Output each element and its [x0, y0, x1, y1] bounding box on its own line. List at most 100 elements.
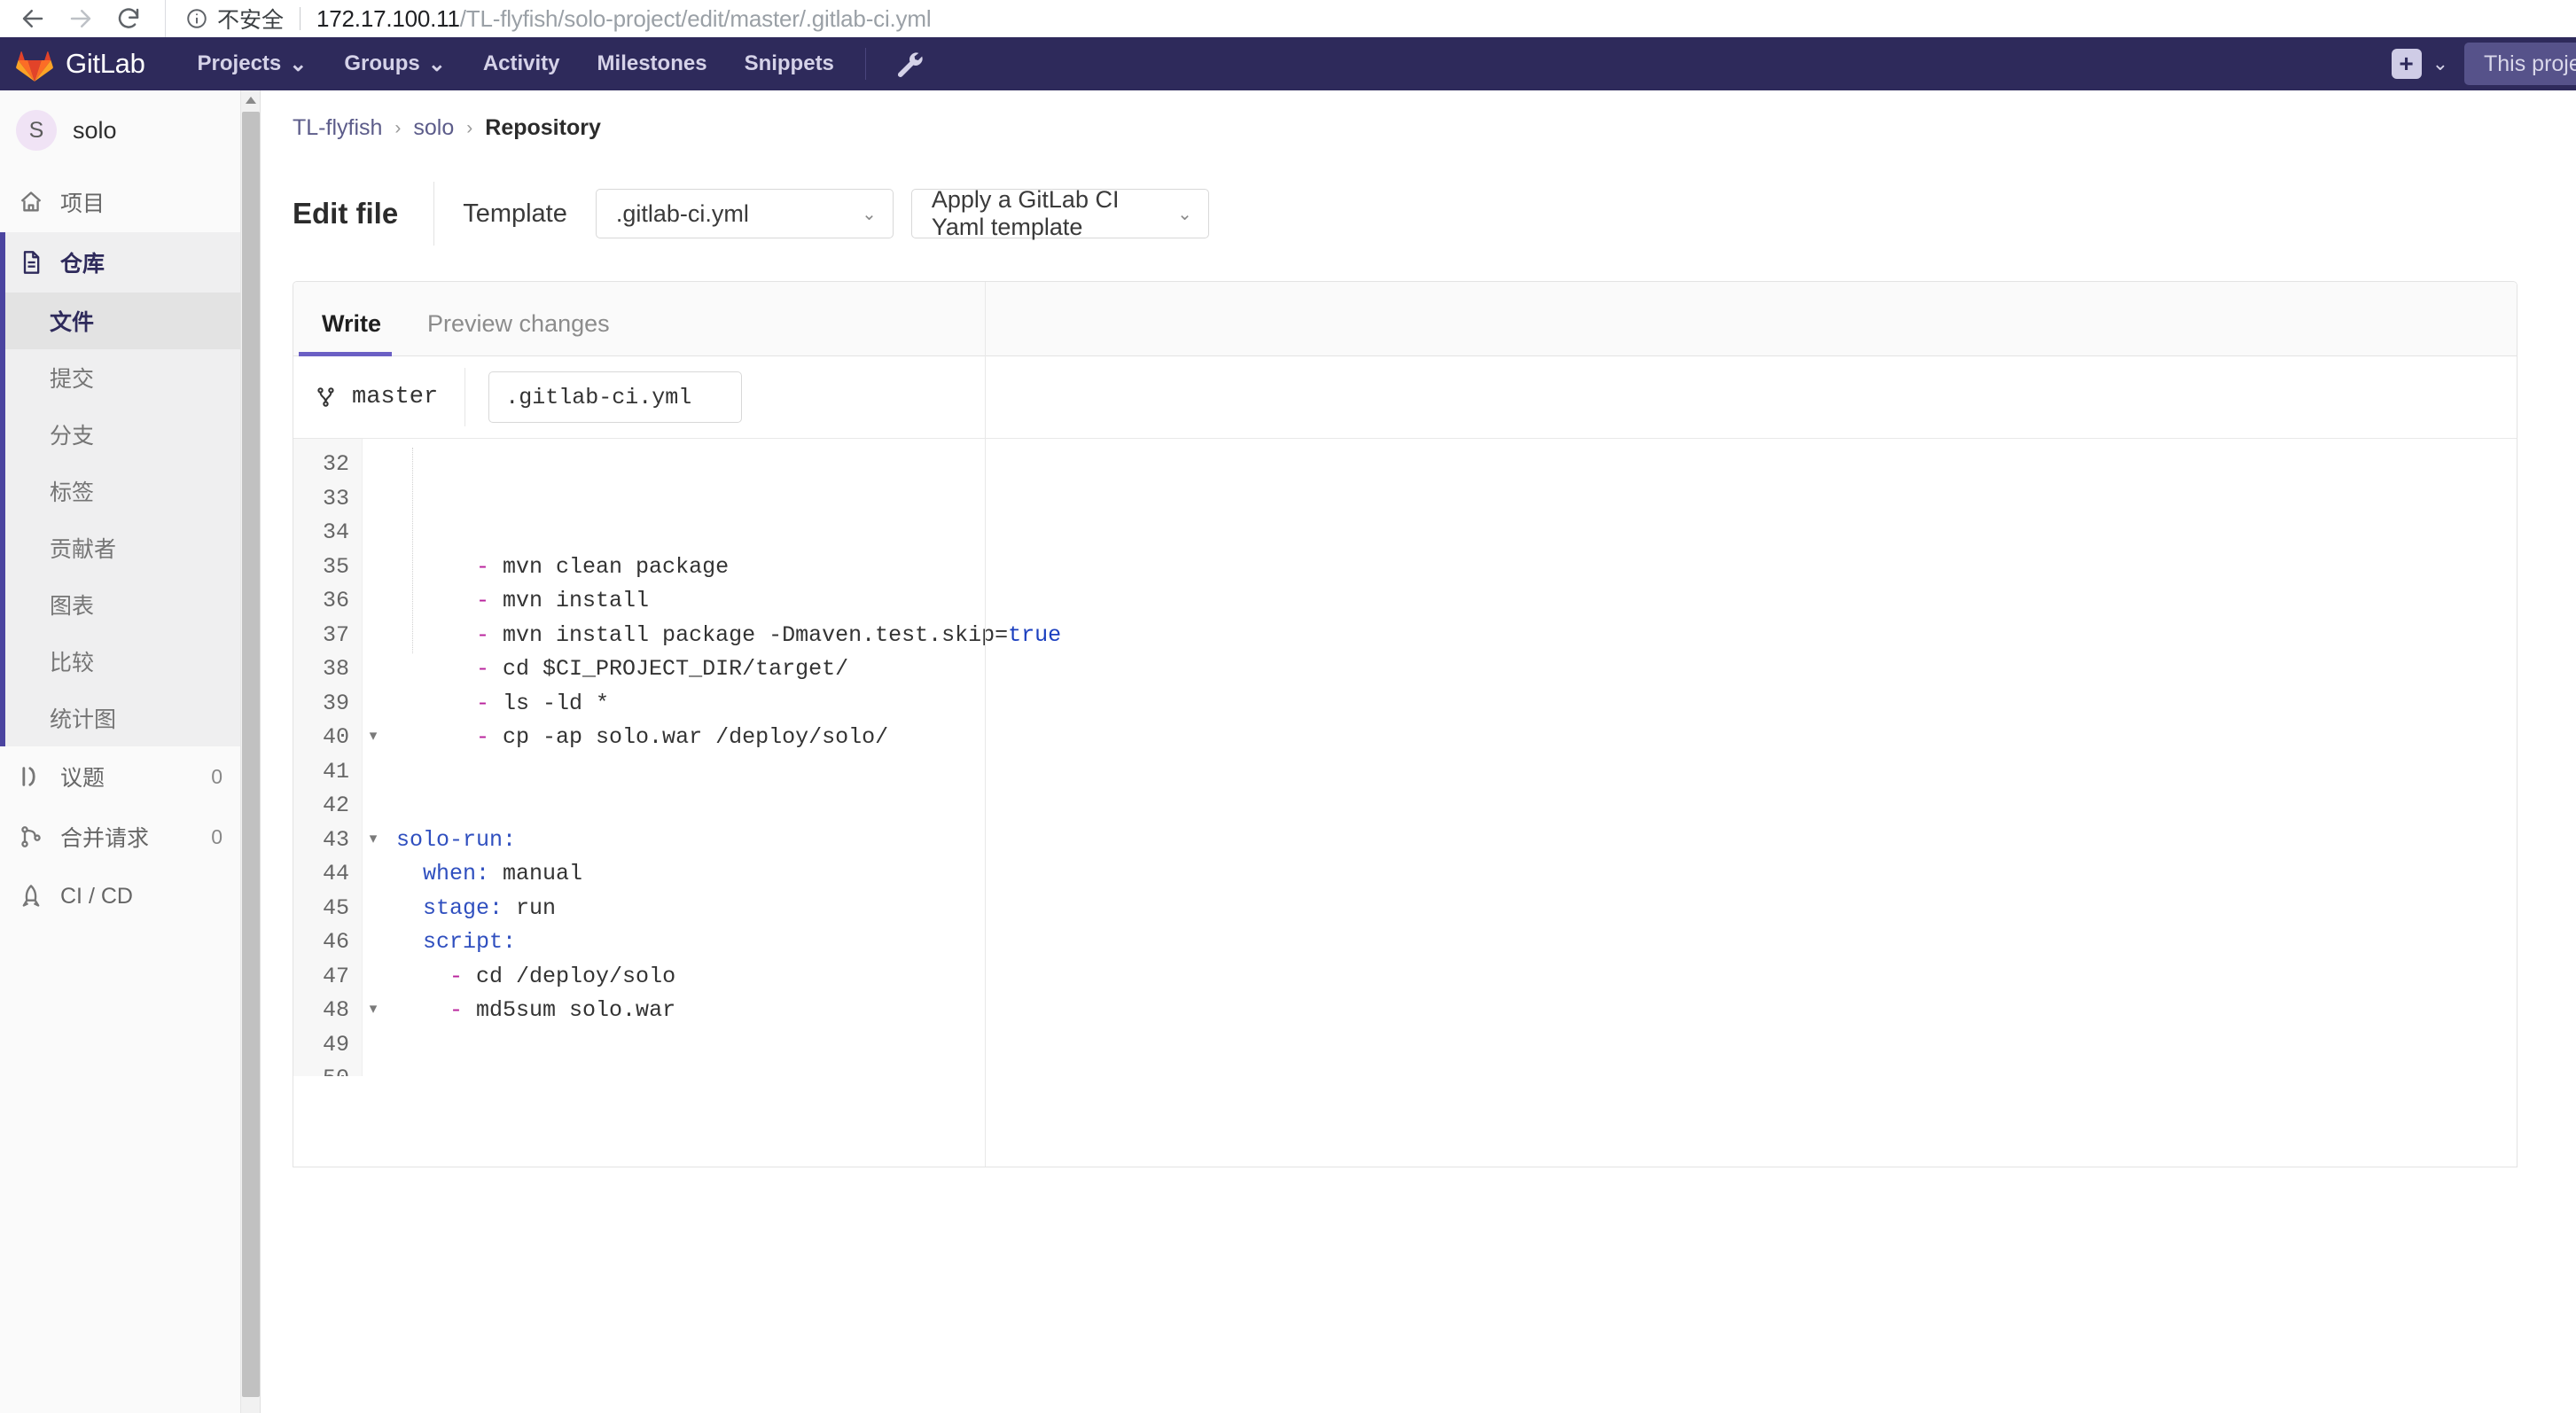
- sidebar-item-merge-requests[interactable]: 合并请求 0: [0, 807, 240, 867]
- security-indicator[interactable]: 不安全: [185, 3, 284, 35]
- code-token: mvn install package -Dmaven.test.skip=: [503, 621, 1009, 648]
- sidebar-subitem-commits[interactable]: 提交: [0, 349, 240, 406]
- sidebar-subitem-graph[interactable]: 图表: [0, 576, 240, 633]
- sidebar-subitem-files[interactable]: 文件: [0, 293, 240, 349]
- line-number: 34: [322, 519, 349, 545]
- sidebar-subitem-label: 标签: [50, 480, 95, 505]
- fold-toggle[interactable]: ▾: [363, 721, 384, 755]
- line-number: 48: [322, 997, 349, 1023]
- fold-toggle: [363, 516, 384, 550]
- line-number: 50: [293, 1062, 349, 1076]
- forward-button[interactable]: [57, 0, 105, 37]
- breadcrumb-separator: ›: [466, 117, 473, 138]
- template-apply-select[interactable]: Apply a GitLab CI Yaml template ⌄: [910, 186, 1209, 240]
- nav-item-projects[interactable]: Projects ⌄: [179, 37, 326, 90]
- address-bar[interactable]: 不安全 172.17.100.11/TL-flyfish/solo-projec…: [165, 0, 2567, 37]
- line-number: 39: [322, 690, 349, 716]
- url-text: 172.17.100.11/TL-flyfish/solo-project/ed…: [316, 4, 932, 33]
- code-fold-column[interactable]: ▾▾▾▾: [363, 439, 384, 1076]
- sidebar-subitem-charts[interactable]: 统计图: [0, 690, 240, 746]
- merge-request-icon: [18, 824, 44, 850]
- line-number: 35: [322, 553, 349, 580]
- chevron-down-icon[interactable]: ⌄: [2432, 52, 2448, 75]
- merge-requests-count-badge: 0: [211, 824, 222, 848]
- sidebar-subitem-label: 文件: [50, 310, 95, 335]
- breadcrumb-item-group[interactable]: TL-flyfish: [293, 115, 382, 141]
- code-line: - mvn install package -Dmaven.test.skip=…: [396, 619, 2517, 653]
- code-line: stage: run: [396, 892, 2517, 926]
- avatar: S: [16, 110, 57, 151]
- content-scrollbar[interactable]: [241, 90, 261, 1413]
- template-file-select[interactable]: .gitlab-ci.yml ⌄: [595, 189, 894, 238]
- admin-area-button[interactable]: [878, 49, 941, 79]
- code-token: cp -ap solo.war /deploy/solo/: [503, 724, 889, 750]
- fold-toggle: [363, 1062, 384, 1076]
- sidebar-subitem-label: 统计图: [50, 707, 117, 732]
- sidebar-item-project[interactable]: 项目: [0, 172, 240, 232]
- breadcrumb-item-project[interactable]: solo: [413, 115, 454, 141]
- filename-input[interactable]: .gitlab-ci.yml: [488, 371, 743, 423]
- avatar-initial: S: [28, 117, 44, 143]
- file-editor-card: Write Preview changes master .gitlab-ci.…: [293, 281, 2517, 1167]
- gitlab-logo-text: GitLab: [66, 48, 145, 79]
- edit-file-header: Edit file Template .gitlab-ci.yml ⌄ Appl…: [293, 182, 2576, 246]
- issues-count-badge: 0: [211, 764, 222, 788]
- back-button[interactable]: [9, 0, 57, 37]
- sidebar-item-issues[interactable]: 议题 0: [0, 746, 240, 807]
- sidebar-item-label: 仓库: [60, 252, 105, 277]
- nav-item-snippets[interactable]: Snippets: [726, 37, 853, 90]
- navbar-links: Projects ⌄ Groups ⌄ Activity Milestones …: [179, 37, 941, 90]
- reload-button[interactable]: [105, 0, 152, 37]
- nav-item-groups[interactable]: Groups ⌄: [325, 37, 464, 90]
- sidebar-project-header[interactable]: S solo: [0, 90, 240, 172]
- security-label: 不安全: [217, 8, 285, 33]
- code-line: script:: [396, 925, 2517, 960]
- new-item-button[interactable]: +: [2391, 49, 2422, 79]
- fold-toggle: [363, 857, 384, 892]
- code-token: run: [503, 894, 557, 921]
- scroll-up-arrow-icon[interactable]: [241, 90, 261, 110]
- sidebar-subitem-contributors[interactable]: 贡献者: [0, 519, 240, 576]
- code-token: manual: [489, 861, 583, 886]
- code-line: - mvn clean package: [396, 550, 2517, 585]
- code-line: - md5sum solo.war: [396, 994, 2517, 1028]
- sidebar-item-ci-cd[interactable]: CI / CD: [0, 867, 240, 925]
- fold-toggle: [363, 448, 384, 482]
- chevron-down-icon: ⌄: [1177, 204, 1192, 224]
- scrollbar-thumb[interactable]: [242, 112, 260, 1397]
- sidebar-subitem-branches[interactable]: 分支: [0, 406, 240, 463]
- tab-preview-changes[interactable]: Preview changes: [404, 310, 633, 355]
- nav-item-label: Projects: [197, 51, 282, 75]
- tab-write[interactable]: Write: [299, 310, 404, 356]
- search-input[interactable]: This project: [2464, 43, 2576, 85]
- gitlab-home-link[interactable]: GitLab: [16, 46, 145, 82]
- code-token: when:: [423, 861, 490, 886]
- filename-value: .gitlab-ci.yml: [505, 384, 692, 410]
- sidebar-item-repository[interactable]: 仓库: [0, 232, 240, 293]
- gitlab-tanuki-icon: [16, 51, 53, 82]
- sidebar-subitem-compare[interactable]: 比较: [0, 633, 240, 690]
- code-line: - mvn install: [396, 584, 2517, 619]
- sidebar-item-label: 项目: [60, 191, 105, 216]
- fold-toggle: [363, 584, 384, 619]
- sidebar-item-label: 合并请求: [60, 826, 150, 851]
- url-host: 172.17.100.11: [316, 4, 460, 32]
- nav-item-label: Milestones: [597, 51, 707, 75]
- code-text[interactable]: - mvn clean package - mvn install - mvn …: [384, 439, 2517, 1076]
- code-editor[interactable]: 3233343536373839404142434445464748495051…: [293, 438, 2517, 1076]
- fold-toggle[interactable]: ▾: [363, 994, 384, 1028]
- fold-toggle[interactable]: ▾: [363, 824, 384, 858]
- line-number: 40: [322, 724, 349, 750]
- fold-toggle: [363, 619, 384, 653]
- sidebar-subitem-tags[interactable]: 标签: [0, 463, 240, 519]
- nav-item-milestones[interactable]: Milestones: [579, 37, 726, 90]
- nav-item-label: Activity: [482, 51, 560, 75]
- code-line: - ls -ld *: [396, 687, 2517, 722]
- navbar-right: + ⌄ This project: [2391, 37, 2576, 90]
- main-content: TL-flyfish › solo › Repository Edit file…: [241, 90, 2576, 1413]
- nav-item-label: Snippets: [744, 51, 834, 75]
- nav-item-activity[interactable]: Activity: [464, 37, 579, 90]
